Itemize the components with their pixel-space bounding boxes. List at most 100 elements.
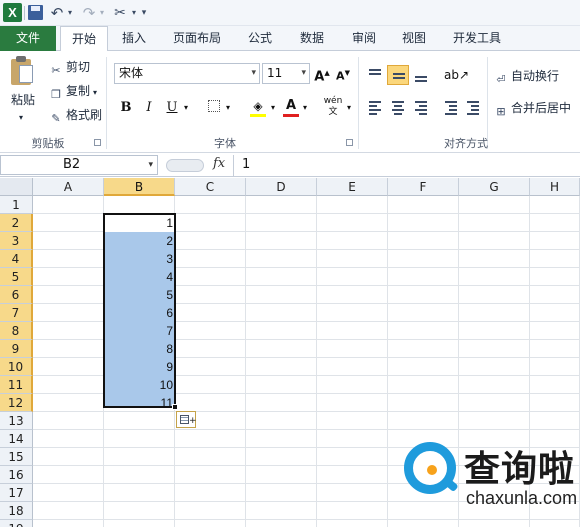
fill-color-icon[interactable]: ◈ (248, 96, 268, 117)
column-header-h[interactable]: H (530, 178, 580, 196)
wrap-text-icon: ⏎ (496, 73, 506, 86)
column-header-f[interactable]: F (388, 178, 459, 196)
gridline (387, 196, 388, 527)
row-header-14[interactable]: 14 (0, 430, 33, 448)
quick-access-toolbar: X ↶ ▾ ↷ ▾ ✂ ▾ ▾ (0, 0, 580, 26)
merge-center-button[interactable]: ⊞ 合并后居中 (494, 99, 580, 117)
borders-icon[interactable] (205, 98, 223, 118)
clipboard-launcher-icon[interactable] (94, 139, 101, 146)
row-header-13[interactable]: 13 (0, 412, 33, 430)
column-header-d[interactable]: D (246, 178, 317, 196)
underline-dropdown-icon[interactable]: ▾ (181, 98, 191, 118)
ribbon: 粘贴 ▾ ✂ 剪切 ❐ 复制 ▾ ✎ 格式刷 剪贴板 宋体 ▾ 11 ▾ A▲ A▼ B I… (0, 51, 580, 153)
font-size-combo[interactable]: 11 ▾ (262, 63, 310, 84)
paste-dropdown-icon[interactable]: ▾ (19, 109, 23, 127)
row-header-15[interactable]: 15 (0, 448, 33, 466)
column-header-b[interactable]: B (104, 178, 175, 196)
align-top-icon[interactable] (364, 65, 386, 85)
save-icon[interactable] (28, 5, 43, 20)
paste-icon[interactable] (11, 56, 35, 86)
phonetic-button[interactable]: wén 文 (322, 96, 344, 117)
row-header-17[interactable]: 17 (0, 484, 33, 502)
orientation-icon[interactable]: ab↗ (444, 65, 469, 85)
column-header-c[interactable]: C (175, 178, 246, 196)
tab-home[interactable]: 开始 (60, 26, 108, 52)
name-box[interactable]: B2 ▾ (0, 155, 158, 175)
wrap-text-button[interactable]: ⏎ 自动换行 (494, 67, 559, 86)
row-header-4[interactable]: 4 (0, 250, 33, 268)
row-header-9[interactable]: 9 (0, 340, 33, 358)
tab-developer[interactable]: 开发工具 (446, 26, 508, 51)
font-color-icon[interactable]: A (282, 96, 300, 117)
row-header-16[interactable]: 16 (0, 466, 33, 484)
fill-color-dropdown-icon[interactable]: ▾ (268, 98, 278, 118)
tab-insert[interactable]: 插入 (112, 26, 156, 51)
bold-button[interactable]: B (117, 98, 135, 118)
row-header-1[interactable]: 1 (0, 196, 33, 214)
row-header-5[interactable]: 5 (0, 268, 33, 286)
copy-button[interactable]: ❐ 复制 ▾ (49, 82, 97, 101)
redo-dropdown-icon[interactable]: ▾ (98, 4, 106, 22)
undo-icon[interactable]: ↶ (48, 4, 66, 22)
paste-button[interactable]: 粘贴 (11, 91, 35, 109)
tab-review[interactable]: 审阅 (342, 26, 386, 51)
phonetic-dropdown-icon[interactable]: ▾ (344, 98, 354, 118)
row-header-3[interactable]: 3 (0, 232, 33, 250)
row-header-8[interactable]: 8 (0, 322, 33, 340)
align-middle-icon[interactable] (387, 65, 409, 85)
font-name-combo[interactable]: 宋体 ▾ (114, 63, 260, 84)
row-header-19[interactable]: 19 (0, 520, 33, 527)
grow-font-button[interactable]: A▲ (313, 63, 331, 84)
italic-button[interactable]: I (140, 98, 158, 118)
align-center-icon[interactable] (387, 98, 409, 118)
column-header-a[interactable]: A (33, 178, 104, 196)
row-header-12[interactable]: 12 (0, 394, 33, 412)
align-bottom-icon[interactable] (410, 65, 432, 85)
divider (233, 155, 234, 176)
decrease-indent-icon[interactable] (440, 98, 462, 118)
format-painter-button[interactable]: ✎ 格式刷 (49, 106, 102, 125)
column-header-e[interactable]: E (317, 178, 388, 196)
copy-icon: ❐ (51, 88, 61, 101)
align-left-icon[interactable] (364, 98, 386, 118)
row-header-11[interactable]: 11 (0, 376, 33, 394)
watermark-title: 查询啦 (464, 449, 576, 490)
customize-qat-icon[interactable]: ▾ (138, 4, 150, 22)
tools-dropdown-icon[interactable]: ▾ (130, 4, 138, 22)
formula-bar-splitter[interactable] (166, 159, 204, 172)
divider (358, 57, 359, 149)
divider (24, 6, 25, 20)
insert-function-icon[interactable]: fx (213, 156, 225, 171)
formula-bar: B2 ▾ fx 1 (0, 154, 580, 177)
row-header-6[interactable]: 6 (0, 286, 33, 304)
select-all-corner[interactable] (0, 178, 33, 196)
tab-page-layout[interactable]: 页面布局 (164, 26, 230, 51)
cut-button[interactable]: ✂ 剪切 (49, 58, 90, 77)
tab-data[interactable]: 数据 (290, 26, 334, 51)
auto-fill-options-icon[interactable]: + (176, 411, 197, 428)
row-header-2[interactable]: 2 (0, 214, 33, 232)
tab-formulas[interactable]: 公式 (238, 26, 282, 51)
row-header-18[interactable]: 18 (0, 502, 33, 520)
ribbon-tabs: 文件 开始 插入 页面布局 公式 数据 审阅 视图 开发工具 (0, 26, 580, 52)
column-header-g[interactable]: G (459, 178, 530, 196)
excel-logo-icon[interactable]: X (3, 3, 22, 22)
tab-file[interactable]: 文件 (0, 26, 56, 51)
redo-icon[interactable]: ↷ (80, 4, 98, 22)
shrink-font-button[interactable]: A▼ (334, 63, 352, 83)
underline-button[interactable]: U (163, 98, 181, 118)
undo-dropdown-icon[interactable]: ▾ (66, 4, 74, 22)
row-header-7[interactable]: 7 (0, 304, 33, 322)
font-launcher-icon[interactable] (346, 139, 353, 146)
fill-handle[interactable] (172, 404, 178, 410)
formula-input[interactable]: 1 (242, 157, 250, 172)
align-right-icon[interactable] (410, 98, 432, 118)
tab-view[interactable]: 视图 (392, 26, 436, 51)
row-header-10[interactable]: 10 (0, 358, 33, 376)
merge-icon: ⊞ (496, 105, 506, 117)
borders-dropdown-icon[interactable]: ▾ (223, 98, 233, 118)
selection-border (103, 213, 176, 408)
font-color-dropdown-icon[interactable]: ▾ (300, 98, 310, 118)
increase-indent-icon[interactable] (462, 98, 484, 118)
tools-icon[interactable]: ✂ (111, 4, 129, 22)
